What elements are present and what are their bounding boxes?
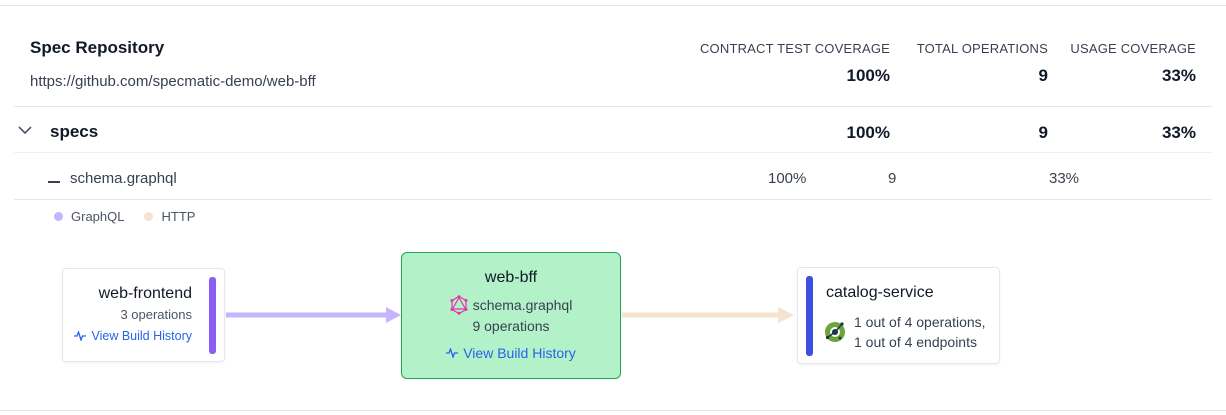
consumer-operations: 3 operations xyxy=(120,307,192,322)
specs-contract-coverage: 100% xyxy=(846,123,890,142)
top-divider xyxy=(0,5,1226,6)
repository-title: Spec Repository xyxy=(30,38,165,57)
spec-file-usage-coverage: 33% xyxy=(1049,170,1080,187)
specs-total-operations: 9 xyxy=(1038,123,1048,142)
column-header-usage-coverage: USAGE COVERAGE xyxy=(1070,41,1196,56)
repo-usage-coverage: 33% xyxy=(1161,66,1196,85)
dependency-name: catalog-service xyxy=(826,284,934,301)
service-operations: 9 operations xyxy=(472,318,550,334)
specs-group-label[interactable]: specs xyxy=(50,122,98,142)
legend-item-http: HTTP xyxy=(144,209,195,224)
consumer-node-web-frontend[interactable]: web-frontend 3 operations View Build His… xyxy=(62,268,225,362)
bottom-divider xyxy=(0,410,1226,411)
legend-label: GraphQL xyxy=(71,209,125,224)
minus-icon[interactable] xyxy=(48,181,60,183)
legend-swatch-graphql xyxy=(54,212,63,221)
row-divider xyxy=(14,106,1212,107)
dependency-node-catalog-service[interactable]: catalog-service 1 out of 4 operations, 1… xyxy=(797,267,1000,364)
protocol-legend: GraphQL HTTP xyxy=(54,209,215,224)
dependency-endpoints-usage: 1 out of 4 endpoints xyxy=(854,334,977,350)
repo-total-operations: 9 xyxy=(1038,66,1048,85)
spec-file-total-operations: 9 xyxy=(888,170,897,187)
activity-icon xyxy=(446,348,459,358)
view-build-history-link[interactable]: View Build History xyxy=(402,345,620,361)
activity-icon xyxy=(74,331,87,341)
openapi-icon xyxy=(825,322,845,342)
repo-contract-coverage: 100% xyxy=(846,66,890,85)
spec-file-contract-coverage: 100% xyxy=(768,170,807,187)
chevron-down-icon[interactable] xyxy=(17,122,33,138)
legend-swatch-http xyxy=(144,212,154,221)
service-node-web-bff[interactable]: web-bff schema.graphql 9 operations View… xyxy=(401,252,621,379)
view-build-history-label: View Build History xyxy=(463,345,576,361)
graphql-edge xyxy=(226,307,401,323)
service-name: web-bff xyxy=(484,269,538,286)
column-header-total-operations: TOTAL OPERATIONS xyxy=(916,41,1048,56)
consumer-name: web-frontend xyxy=(98,285,192,302)
dependency-operations-usage: 1 out of 4 operations, xyxy=(854,314,986,330)
row-divider xyxy=(14,152,1212,153)
specs-usage-coverage: 33% xyxy=(1161,123,1196,142)
graphql-icon xyxy=(450,295,468,315)
legend-label: HTTP xyxy=(161,209,196,224)
row-divider xyxy=(14,199,1212,200)
legend-item-graphql: GraphQL xyxy=(54,209,124,224)
column-header-contract-test-coverage: CONTRACT TEST COVERAGE xyxy=(699,41,890,56)
graphql-accent-bar xyxy=(209,277,216,354)
repository-url[interactable]: https://github.com/specmatic-demo/web-bf… xyxy=(30,73,316,90)
view-build-history-link[interactable]: View Build History xyxy=(74,329,192,343)
view-build-history-label: View Build History xyxy=(91,329,192,343)
http-accent-bar xyxy=(806,276,813,356)
http-edge xyxy=(622,307,794,323)
service-spec-label: schema.graphql xyxy=(472,297,573,313)
service-spec[interactable]: schema.graphql xyxy=(402,295,620,315)
spec-file-label[interactable]: schema.graphql xyxy=(70,170,177,187)
